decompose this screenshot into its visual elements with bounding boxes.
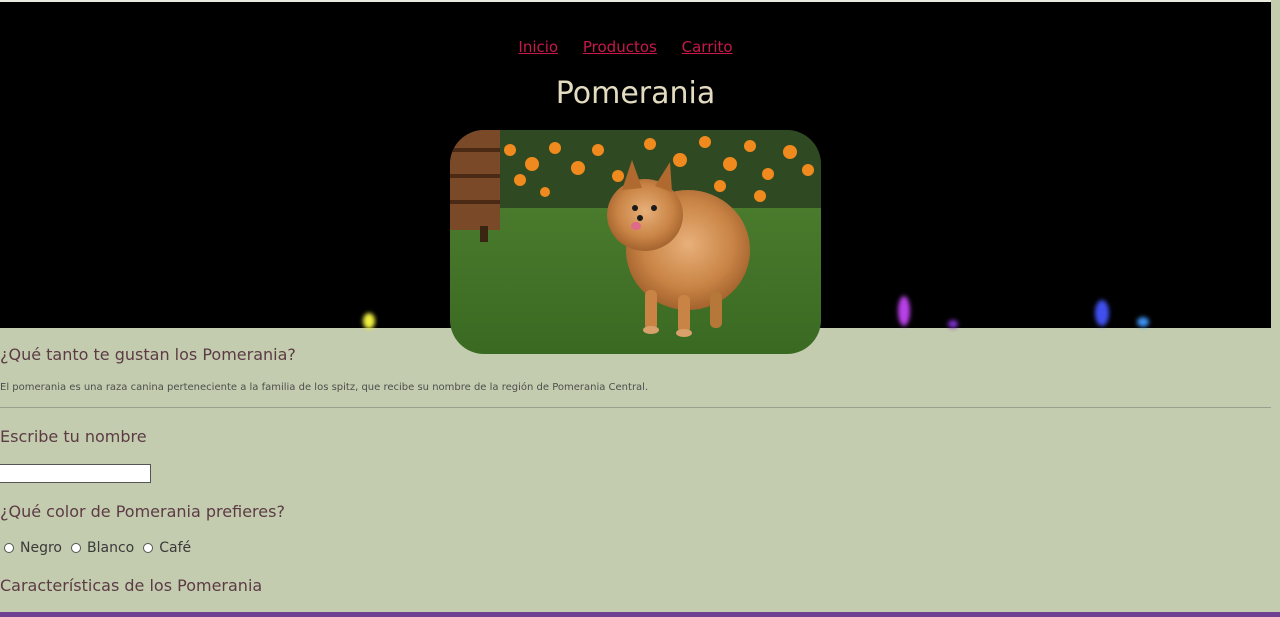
radio-blanco[interactable]: Blanco [71,540,134,556]
color-question-heading: ¿Qué color de Pomerania prefieres? [0,502,285,521]
nav-link-carrito[interactable]: Carrito [682,38,733,56]
nav-link-inicio[interactable]: Inicio [518,38,558,56]
radio-label-blanco: Blanco [87,540,135,556]
color-radio-group: Negro Blanco Café [4,540,200,556]
radio-circle-icon[interactable] [143,543,154,553]
bottom-accent-bar [0,612,1280,617]
page-title: Pomerania [555,76,716,111]
hero-glow-cyan [1137,317,1149,327]
name-input[interactable] [0,464,151,483]
pomeranian-photo [450,130,821,354]
hero-glow-violet [948,320,958,328]
features-heading: Características de los Pomerania [0,576,263,595]
hero-glow-yellow [363,313,375,329]
main-nav: Inicio Productos Carrito [0,38,1251,56]
radio-negro[interactable]: Negro [4,540,62,556]
pomerania-description: El pomerania es una raza canina pertenec… [0,382,649,393]
nav-link-productos[interactable]: Productos [583,38,657,56]
radio-cafe[interactable]: Café [143,540,191,556]
pomerania-question-heading: ¿Qué tanto te gustan los Pomerania? [0,345,296,364]
hero-glow-blue [1095,300,1109,326]
right-edge-strip [1271,0,1280,617]
radio-circle-icon[interactable] [4,543,14,553]
name-label: Escribe tu nombre [0,427,147,446]
radio-label-cafe: Café [159,540,192,556]
section-divider [0,407,1271,408]
radio-circle-icon[interactable] [71,543,81,553]
radio-label-negro: Negro [20,540,62,556]
hero-glow-purple [898,296,910,326]
